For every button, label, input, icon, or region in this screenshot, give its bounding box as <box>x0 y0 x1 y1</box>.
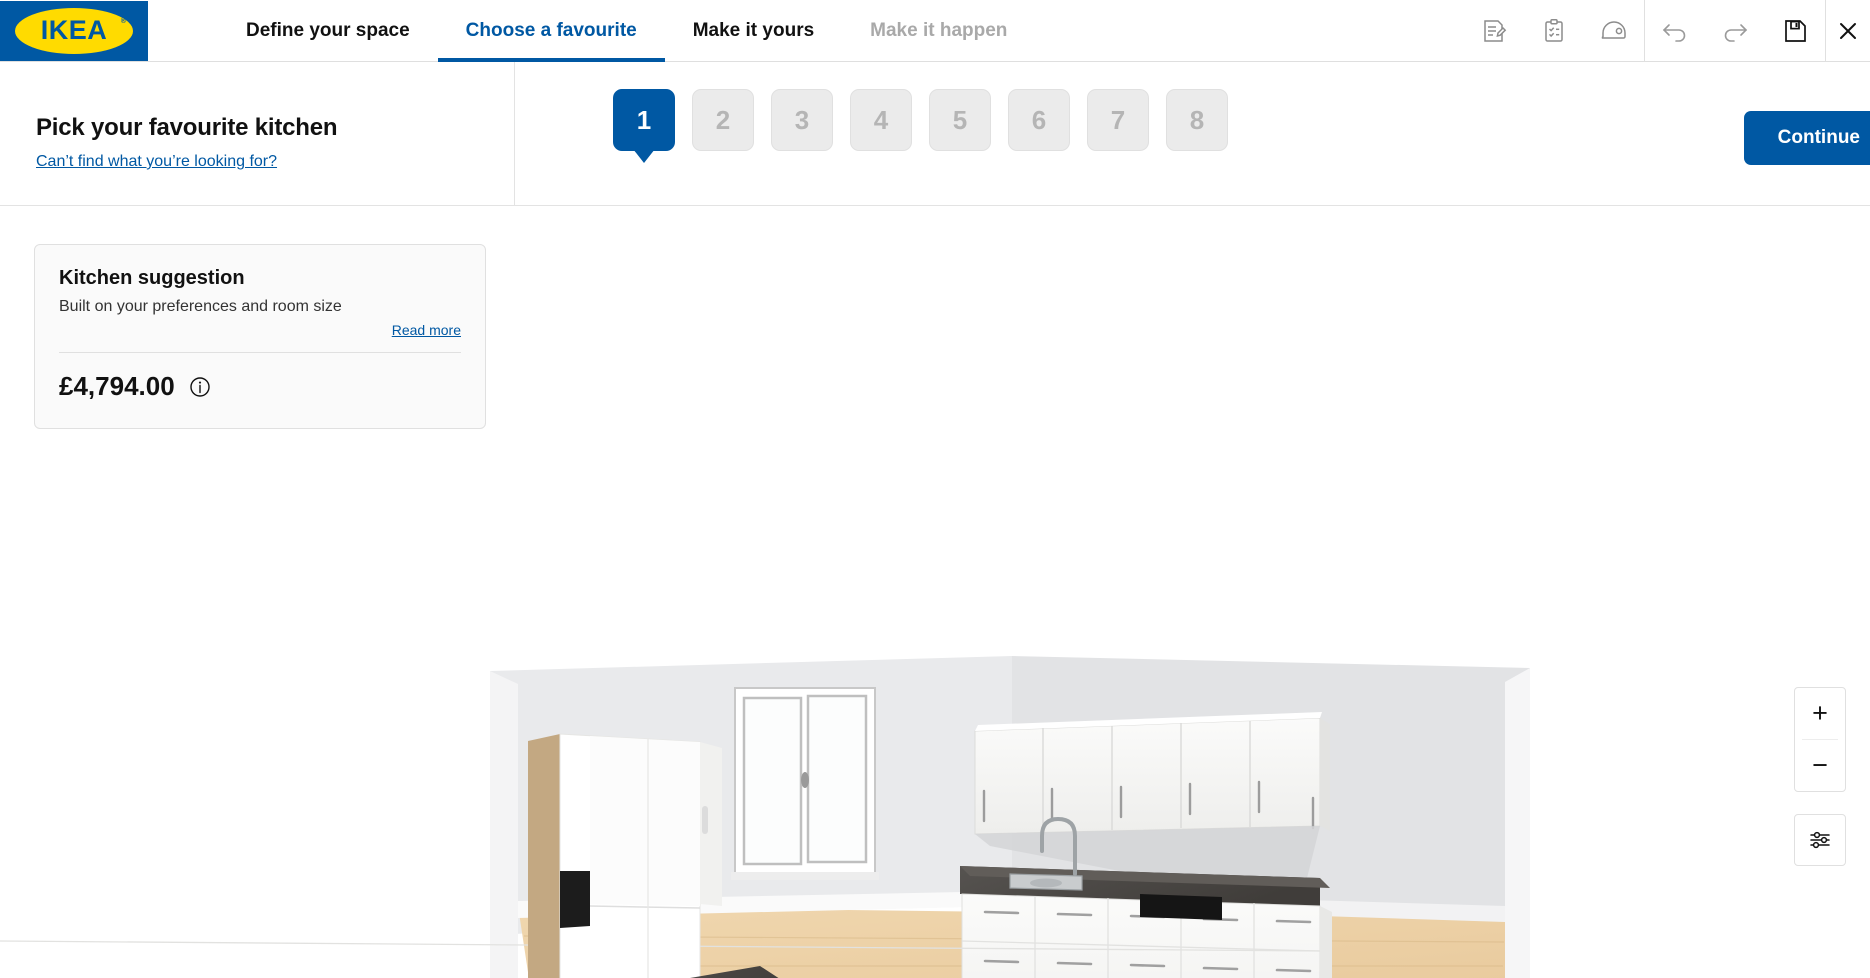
zoom-in-button[interactable]: + <box>1795 688 1845 739</box>
top-header: IKEA ® Define your space Choose a favour… <box>0 0 1870 62</box>
step-button-4[interactable]: 4 <box>850 89 912 151</box>
step-pagination: 1 2 3 4 5 6 7 8 Continue <box>515 62 1870 205</box>
tab-make-it-yours[interactable]: Make it yours <box>665 0 842 62</box>
tab-label: Choose a favourite <box>465 19 637 41</box>
continue-button[interactable]: Continue <box>1743 111 1870 165</box>
panel-header: Pick your favourite kitchen Can’t find w… <box>0 62 515 205</box>
main-navigation: Define your space Choose a favourite Mak… <box>218 0 1035 62</box>
step-button-8[interactable]: 8 <box>1166 89 1228 151</box>
logo-oval: IKEA ® <box>15 7 133 54</box>
undo-icon[interactable] <box>1645 0 1705 62</box>
price-row: £4,794.00 <box>59 371 461 402</box>
kitchen-suggestion-card: Kitchen suggestion Built on your prefere… <box>34 244 486 429</box>
step-button-2[interactable]: 2 <box>692 89 754 151</box>
window <box>731 687 879 880</box>
sliders-icon[interactable] <box>1794 814 1846 866</box>
tab-choose-a-favourite[interactable]: Choose a favourite <box>437 0 665 62</box>
step-label: 1 <box>636 104 652 135</box>
zoom-controls: + − <box>1794 687 1846 792</box>
measure-icon[interactable] <box>1584 0 1644 62</box>
step-button-1[interactable]: 1 <box>613 89 675 151</box>
step-label: 4 <box>873 104 889 135</box>
logo-text: IKEA <box>40 15 108 45</box>
cant-find-link[interactable]: Can’t find what you’re looking for? <box>36 153 277 171</box>
step-button-3[interactable]: 3 <box>771 89 833 151</box>
card-title: Kitchen suggestion <box>59 267 245 289</box>
save-icon[interactable] <box>1765 0 1825 62</box>
hob <box>1140 894 1222 920</box>
notes-icon[interactable] <box>1464 0 1524 62</box>
sink <box>1009 873 1083 891</box>
read-more-link[interactable]: Read more <box>59 322 461 338</box>
tab-define-your-space[interactable]: Define your space <box>218 0 438 62</box>
step-label: 5 <box>952 104 968 135</box>
logo-registered-mark: ® <box>120 17 126 25</box>
page-title: Pick your favourite kitchen <box>36 114 338 141</box>
step-button-7[interactable]: 7 <box>1087 89 1149 151</box>
ikea-logo[interactable]: IKEA ® <box>0 0 148 61</box>
step-label: 8 <box>1189 104 1205 135</box>
step-label: 7 <box>1110 104 1126 135</box>
step-button-6[interactable]: 6 <box>1008 89 1070 151</box>
planner-canvas[interactable]: Kitchen suggestion Built on your prefere… <box>0 206 1870 978</box>
tab-label: Define your space <box>246 19 410 41</box>
card-divider <box>59 352 461 353</box>
checklist-icon[interactable] <box>1524 0 1584 62</box>
step-label: 3 <box>794 104 810 135</box>
ikea-kitchen-planner: IKEA ® Define your space Choose a favour… <box>0 0 1870 978</box>
step-label: 6 <box>1031 104 1047 135</box>
close-icon[interactable] <box>1826 0 1870 62</box>
header-tools <box>1464 0 1870 62</box>
continue-wrapper: Continue <box>1743 89 1870 165</box>
info-icon[interactable] <box>189 376 211 398</box>
tall-cabinet-column <box>528 733 722 978</box>
tab-label: Make it happen <box>870 19 1008 41</box>
card-subtitle: Built on your preferences and room size <box>59 298 342 315</box>
zoom-out-button[interactable]: − <box>1795 740 1845 791</box>
tab-make-it-happen[interactable]: Make it happen <box>842 0 1035 62</box>
step-label: 2 <box>715 104 731 135</box>
tab-label: Make it yours <box>692 19 815 41</box>
redo-icon[interactable] <box>1705 0 1765 62</box>
sub-header: Pick your favourite kitchen Can’t find w… <box>0 62 1870 206</box>
step-button-5[interactable]: 5 <box>929 89 991 151</box>
price-value: £4,794.00 <box>59 371 175 401</box>
